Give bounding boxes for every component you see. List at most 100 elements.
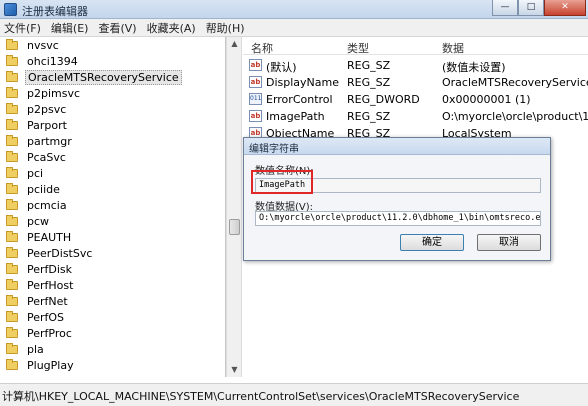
- tree-item-label: PerfNet: [27, 294, 68, 308]
- tree-item-label: partmgr: [27, 134, 72, 148]
- key-tree[interactable]: nvsvc ohci1394 OracleMTSRecoveryService …: [0, 37, 226, 377]
- tree-item-perfos[interactable]: PerfOS: [0, 309, 225, 325]
- value-name-field[interactable]: ImagePath: [255, 178, 541, 193]
- ok-button[interactable]: 确定: [400, 234, 464, 251]
- value-name: DisplayName: [266, 76, 339, 89]
- string-value-icon: ab: [249, 110, 262, 122]
- tree-item-oraclemtsrecoveryservice[interactable]: OracleMTSRecoveryService: [0, 69, 225, 85]
- tree-item-peauth[interactable]: PEAUTH: [0, 229, 225, 245]
- tree-scrollbar[interactable]: ▲ ▼: [226, 37, 242, 377]
- column-header-type[interactable]: 类型: [347, 40, 369, 56]
- menu-favorites[interactable]: 收藏夹(A): [147, 20, 196, 36]
- tree-item-parport[interactable]: Parport: [0, 117, 225, 133]
- tree-item-label: pciide: [27, 182, 60, 196]
- window-title: 注册表编辑器: [22, 5, 88, 18]
- value-data: OracleMTSRecoveryService: [442, 76, 588, 89]
- tree-item-label: nvsvc: [27, 38, 59, 52]
- tree-item-label: p2pimsvc: [27, 86, 81, 100]
- tree-item-pciide[interactable]: pciide: [0, 181, 225, 197]
- menu-help[interactable]: 帮助(H): [206, 20, 245, 36]
- tree-item-label: pci: [27, 166, 44, 180]
- tree-item-nvsvc[interactable]: nvsvc: [0, 37, 225, 53]
- tree-item-label: OracleMTSRecoveryService: [25, 69, 182, 85]
- value-type: REG_SZ: [347, 110, 391, 123]
- folder-icon: [6, 134, 18, 146]
- minimize-button[interactable]: —: [492, 0, 518, 16]
- tree-item-pla[interactable]: pla: [0, 341, 225, 357]
- value-row-imagepath[interactable]: ab ImagePath REG_SZ O:\myorcle\orcle\pro…: [243, 108, 588, 125]
- tree-item-pcw[interactable]: pcw: [0, 213, 225, 229]
- tree-item-p2pimsvc[interactable]: p2pimsvc: [0, 85, 225, 101]
- scroll-thumb[interactable]: [229, 219, 240, 235]
- tree-item-pcmcia[interactable]: pcmcia: [0, 197, 225, 213]
- value-data: (数值未设置): [442, 61, 506, 74]
- binary-value-icon: 011: [249, 93, 262, 105]
- tree-item-label: Parport: [27, 118, 67, 132]
- menu-bar: 文件(F) 编辑(E) 查看(V) 收藏夹(A) 帮助(H): [0, 19, 588, 37]
- folder-icon: [6, 38, 18, 50]
- menu-view[interactable]: 查看(V): [98, 20, 136, 36]
- folder-icon: [6, 310, 18, 322]
- tree-item-ohci1394[interactable]: ohci1394: [0, 53, 225, 69]
- tree-item-pcasvc[interactable]: PcaSvc: [0, 149, 225, 165]
- regedit-icon: [4, 3, 17, 16]
- scroll-up-arrow-icon[interactable]: ▲: [228, 37, 241, 51]
- maximize-button[interactable]: □: [518, 0, 544, 16]
- tree-item-perfhost[interactable]: PerfHost: [0, 277, 225, 293]
- registry-path: 计算机\HKEY_LOCAL_MACHINE\SYSTEM\CurrentCon…: [2, 390, 520, 403]
- tree-item-plugplay[interactable]: PlugPlay: [0, 357, 225, 373]
- tree-item-label: ohci1394: [27, 54, 78, 68]
- value-name: ImagePath: [266, 110, 325, 123]
- tree-item-peerdistsvc[interactable]: PeerDistSvc: [0, 245, 225, 261]
- value-data-field[interactable]: O:\myorcle\orcle\product\11.2.0\dbhome_1…: [255, 211, 541, 226]
- title-bar: 注册表编辑器 — □ ✕: [0, 0, 588, 19]
- dialog-title: 编辑字符串: [249, 144, 299, 155]
- value-name-label: 数值名称(N):: [255, 166, 314, 177]
- values-header: 名称 类型 数据: [243, 37, 588, 55]
- value-data: 0x00000001 (1): [442, 93, 531, 106]
- value-type: REG_DWORD: [347, 93, 420, 106]
- value-row-displayname[interactable]: ab DisplayName REG_SZ OracleMTSRecoveryS…: [243, 74, 588, 91]
- tree-item-label: pcmcia: [27, 198, 67, 212]
- close-button[interactable]: ✕: [544, 0, 586, 16]
- column-header-name[interactable]: 名称: [251, 40, 273, 56]
- folder-icon: [6, 198, 18, 210]
- tree-item-partmgr[interactable]: partmgr: [0, 133, 225, 149]
- tree-item-label: p2psvc: [27, 102, 67, 116]
- value-row-errorcontrol[interactable]: 011 ErrorControl REG_DWORD 0x00000001 (1…: [243, 91, 588, 108]
- scroll-down-arrow-icon[interactable]: ▼: [228, 363, 241, 377]
- tree-item-perfnet[interactable]: PerfNet: [0, 293, 225, 309]
- cancel-button[interactable]: 取消: [477, 234, 541, 251]
- menu-edit[interactable]: 编辑(E): [51, 20, 89, 36]
- tree-item-label: PerfDisk: [27, 262, 73, 276]
- column-header-data[interactable]: 数据: [442, 40, 464, 56]
- tree-item-perfdisk[interactable]: PerfDisk: [0, 261, 225, 277]
- value-row-default[interactable]: ab (默认) REG_SZ (数值未设置): [243, 57, 588, 74]
- value-name: (默认): [266, 61, 297, 74]
- window-controls: — □ ✕: [492, 0, 586, 16]
- value-data: O:\myorcle\orcle\product\11.2.0: [442, 110, 588, 123]
- folder-icon: [6, 278, 18, 290]
- folder-icon: [6, 342, 18, 354]
- folder-icon: [6, 102, 18, 114]
- string-value-icon: ab: [249, 59, 262, 71]
- folder-icon: [6, 86, 18, 98]
- tree-item-label: PcaSvc: [27, 150, 66, 164]
- tree-item-pci[interactable]: pci: [0, 165, 225, 181]
- menu-file[interactable]: 文件(F): [4, 20, 41, 36]
- value-type: REG_SZ: [347, 76, 391, 89]
- tree-item-label: pla: [27, 342, 44, 356]
- tree-item-label: PerfOS: [27, 310, 65, 324]
- edit-string-dialog: 编辑字符串 数值名称(N): ImagePath 数值数据(V): O:\myo…: [243, 137, 551, 261]
- tree-item-label: pcw: [27, 214, 50, 228]
- value-type: REG_SZ: [347, 59, 391, 72]
- folder-open-icon: [6, 70, 18, 82]
- tree-item-perfproc[interactable]: PerfProc: [0, 325, 225, 341]
- tree-item-p2psvc[interactable]: p2psvc: [0, 101, 225, 117]
- dialog-title-bar[interactable]: 编辑字符串: [244, 138, 550, 155]
- folder-icon: [6, 246, 18, 258]
- folder-icon: [6, 150, 18, 162]
- folder-icon: [6, 118, 18, 130]
- folder-icon: [6, 166, 18, 178]
- folder-icon: [6, 54, 18, 66]
